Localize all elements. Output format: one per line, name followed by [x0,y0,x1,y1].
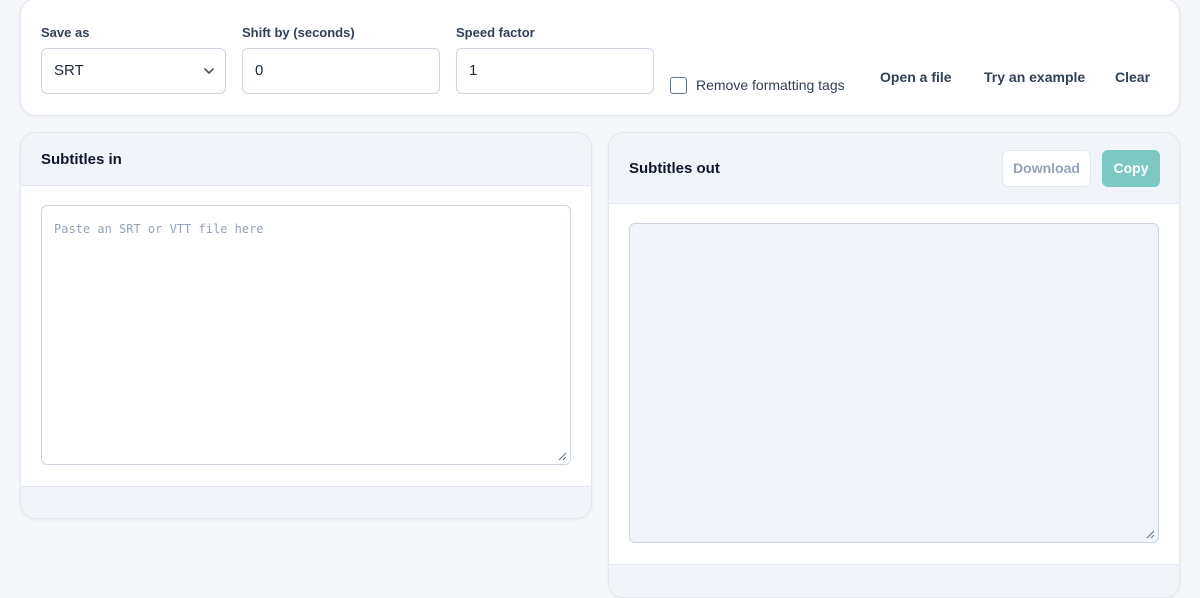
shift-label: Shift by (seconds) [242,25,355,40]
subtitles-in-footer [21,486,591,518]
open-file-button[interactable]: Open a file [880,65,952,89]
resize-grip-icon[interactable] [1146,530,1155,539]
try-example-button[interactable]: Try an example [984,65,1085,89]
save-as-label: Save as [41,25,90,40]
save-as-select[interactable]: SRT [41,48,226,94]
speed-input[interactable]: 1 [456,48,654,94]
shift-value: 0 [255,62,264,79]
shift-input[interactable]: 0 [242,48,440,94]
options-bar: Save as SRT Shift by (seconds) 0 Speed f… [20,0,1180,116]
clear-button[interactable]: Clear [1115,65,1150,89]
subtitles-in-textarea[interactable]: Paste an SRT or VTT file here [41,205,571,465]
subtitles-out-header: Subtitles out Download Copy [609,133,1179,204]
speed-label: Speed factor [456,25,535,40]
subtitles-in-placeholder: Paste an SRT or VTT file here [54,222,264,236]
subtitles-in-header: Subtitles in [21,133,591,186]
remove-tags-label[interactable]: Remove formatting tags [696,77,845,93]
remove-tags-option[interactable]: Remove formatting tags [670,75,845,95]
speed-field: Speed factor 1 [456,25,654,94]
resize-grip-icon[interactable] [558,452,567,461]
speed-value: 1 [469,62,478,79]
subtitles-in-title: Subtitles in [41,151,122,168]
copy-button[interactable]: Copy [1102,150,1160,187]
save-as-field: Save as SRT [41,25,226,94]
subtitles-out-textarea[interactable] [629,223,1159,543]
remove-tags-checkbox[interactable] [670,76,687,94]
shift-field: Shift by (seconds) 0 [242,25,440,94]
subtitles-out-panel: Subtitles out Download Copy [608,132,1180,598]
chevron-down-icon [204,68,214,74]
download-button[interactable]: Download [1002,150,1091,187]
subtitles-out-title: Subtitles out [629,160,720,177]
subtitles-out-footer [609,564,1179,597]
save-as-value: SRT [54,62,84,79]
subtitles-in-panel: Subtitles in Paste an SRT or VTT file he… [20,132,592,519]
